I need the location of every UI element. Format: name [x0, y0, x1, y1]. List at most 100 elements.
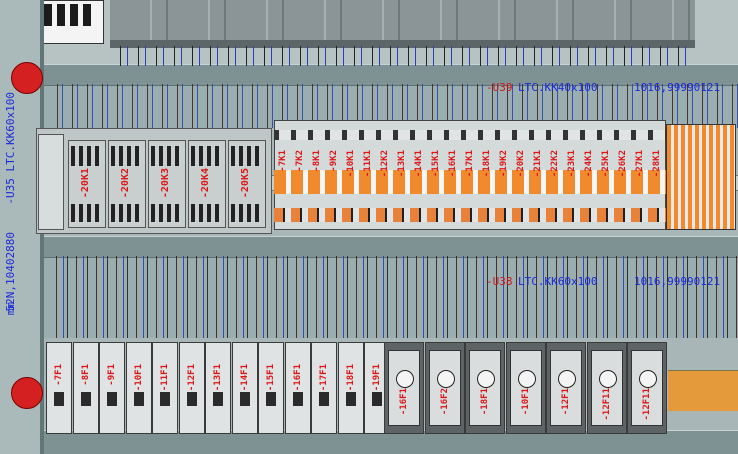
terminal-label: -13K1	[397, 150, 407, 178]
terminal-label: -28K1	[652, 150, 662, 178]
upper-duct-ref: -U39	[486, 81, 513, 94]
breaker-label: -19F1	[372, 364, 382, 392]
breaker-handle	[186, 392, 197, 406]
lower-duct-part: 1016,99990121	[634, 275, 721, 288]
relay-contacts	[231, 146, 263, 166]
relay-contacts	[231, 204, 263, 222]
relay-contacts	[151, 146, 183, 166]
relay-label: -20K5	[240, 168, 251, 199]
relay-contacts	[191, 204, 223, 222]
terminal-label: -8K1	[312, 150, 322, 172]
breaker-handle	[160, 392, 170, 406]
breaker-label: -14F1	[239, 364, 250, 392]
breaker-handle	[133, 392, 144, 406]
terminal-label: -18K1	[482, 150, 492, 178]
terminal-label: -25K1	[601, 150, 611, 178]
breaker-label: -12F1	[186, 364, 197, 392]
relay-leftmost[interactable]	[38, 134, 64, 230]
breaker-knob	[396, 370, 414, 388]
left-duct-unit-label: mm	[4, 302, 17, 316]
terminal-label: -24K1	[584, 150, 594, 178]
terminal-label: -9K2	[329, 150, 339, 172]
breaker-label: -16F1	[399, 388, 409, 416]
breaker-label: -18F1	[480, 388, 490, 416]
breaker-label: -12F11	[601, 388, 612, 421]
lower-duct-type: LTC.KK60x100	[518, 275, 598, 288]
terminal-label: -21K1	[533, 150, 543, 178]
terminal-label: -23K1	[567, 150, 577, 178]
terminal-label: -10K1	[346, 150, 356, 178]
breaker-knob	[517, 370, 536, 388]
breaker-knob	[477, 370, 495, 388]
breaker-handle	[345, 392, 356, 406]
relay-contacts	[111, 146, 143, 166]
terminal-label: -26K2	[618, 150, 628, 178]
breaker-handle	[372, 392, 382, 406]
terminal-label: -7K1	[278, 150, 288, 172]
cad-canvas[interactable]: -U35 LTC.KK60x100 52N,10402880 mm -U39 L…	[0, 0, 738, 454]
breaker-label: -13F1	[213, 364, 223, 392]
relay-contacts	[71, 204, 103, 222]
terminal-label: -12K2	[380, 150, 390, 178]
breaker-label: -7F1	[54, 364, 64, 386]
breaker-label: -16F1	[292, 364, 303, 392]
terminal-label: -14K1	[414, 150, 424, 178]
breaker-knob	[558, 370, 576, 388]
lower-duct-ref: -U38	[486, 275, 513, 288]
relay-contacts	[191, 146, 223, 166]
breaker-label: -17F1	[319, 364, 329, 392]
breaker-label: -11F1	[160, 364, 170, 392]
terminal-label: -7K2	[295, 150, 305, 172]
terminal-label: -20K2	[516, 150, 526, 178]
terminal-label: -17K1	[465, 150, 475, 178]
breaker-small[interactable]	[46, 342, 72, 434]
breaker-knob	[598, 370, 617, 388]
breaker-handle	[239, 392, 250, 406]
breaker-label: -8F1	[80, 364, 91, 386]
wire-bundle-middle	[48, 256, 738, 342]
breaker-label: -12F1	[561, 388, 571, 416]
breaker-small[interactable]	[99, 342, 125, 434]
breaker-handle	[319, 392, 329, 406]
relay-contacts	[71, 146, 103, 166]
breaker-knob	[639, 370, 657, 388]
relay-contacts	[151, 204, 183, 222]
breaker-knob	[436, 370, 455, 388]
breaker-handle	[107, 392, 117, 406]
breaker-label: -9F1	[107, 364, 117, 386]
relay-contacts	[111, 204, 143, 222]
terminal-label: -22K2	[550, 150, 560, 178]
relay-label: -20K1	[80, 168, 91, 199]
terminal-label: -11K1	[363, 150, 373, 178]
marker-lower-icon[interactable]	[11, 377, 43, 409]
breaker-label: -12F11	[642, 388, 652, 421]
wire-bundle-top	[110, 46, 695, 66]
terminal-label: -19K2	[499, 150, 509, 178]
breaker-handle	[266, 392, 276, 406]
breaker-label: -10F1	[133, 364, 144, 392]
terminal-label: -27K1	[635, 150, 645, 178]
breaker-small[interactable]	[72, 342, 99, 434]
breaker-label: -15F1	[266, 364, 276, 392]
relay-label: -20K3	[160, 168, 171, 199]
left-duct-part-label: 52N,10402880	[4, 232, 17, 312]
breaker-handle	[80, 392, 91, 406]
breaker-label: -18F1	[345, 364, 356, 392]
breaker-label: -10F1	[520, 388, 531, 416]
breaker-label: -16F2	[439, 388, 450, 416]
marker-upper-icon[interactable]	[11, 62, 43, 94]
breaker-handle	[292, 392, 303, 406]
terminal-end-block[interactable]	[666, 124, 736, 230]
upper-duct-part: 1016,99990121	[634, 81, 721, 94]
relay-label: -20K4	[200, 168, 211, 199]
breaker-handle	[213, 392, 223, 406]
terminal-screw-row-bottom	[274, 208, 666, 222]
upper-duct-type: LTC.KK40x100	[518, 81, 598, 94]
top-left-module-keys	[44, 4, 96, 26]
left-duct-label: -U35 LTC.KK60x100	[4, 92, 17, 205]
terminal-label: -16K1	[448, 150, 458, 178]
relay-label: -20K2	[120, 168, 131, 199]
breaker-right-rail	[668, 370, 738, 411]
terminal-label: -15K1	[431, 150, 441, 178]
duct-middle	[44, 236, 738, 258]
